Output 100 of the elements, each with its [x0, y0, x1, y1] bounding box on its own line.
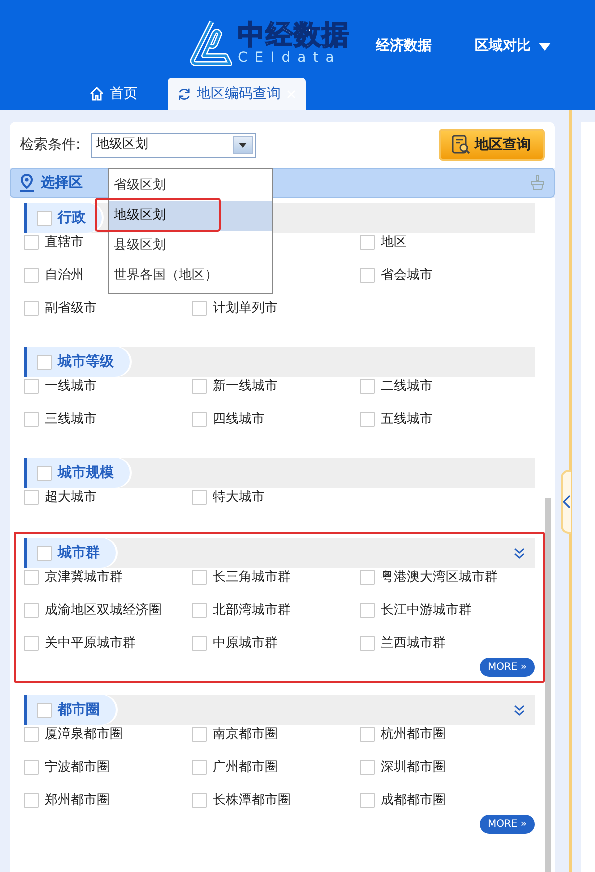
option-label: 一线城市: [45, 378, 97, 396]
broom-icon[interactable]: [530, 174, 546, 191]
checkbox[interactable]: [192, 490, 207, 505]
checkbox[interactable]: [360, 268, 375, 283]
option-label: 直辖市: [45, 234, 84, 252]
checkbox[interactable]: [360, 636, 375, 651]
option-label: 省会城市: [381, 266, 433, 285]
checkbox[interactable]: [360, 760, 375, 775]
checkbox[interactable]: [192, 412, 207, 427]
checkbox[interactable]: [37, 546, 52, 560]
checkbox[interactable]: [360, 603, 375, 618]
option-label: 宁波都市圈: [45, 758, 110, 777]
section-title: 都市圈: [58, 700, 100, 720]
checkbox[interactable]: [24, 727, 39, 742]
option-label: 长三角城市群: [213, 568, 291, 587]
checkbox[interactable]: [24, 793, 39, 808]
option-label: 长株潭都市圈: [213, 792, 291, 810]
checkbox[interactable]: [37, 354, 52, 370]
checkbox[interactable]: [192, 793, 207, 808]
option-label: 五线城市: [381, 410, 433, 429]
dropdown-option[interactable]: 世界各国（地区）: [109, 261, 272, 291]
option-label: 地区: [381, 234, 407, 252]
checkbox[interactable]: [37, 702, 52, 718]
option-label: 副省级市: [45, 300, 97, 318]
checkbox[interactable]: [24, 268, 39, 283]
checkbox[interactable]: [24, 490, 39, 505]
caret-down-icon: [539, 42, 551, 50]
caret-down-icon: [238, 142, 247, 148]
query-button[interactable]: 地区查询: [439, 129, 545, 161]
dropdown-option[interactable]: 地级区划: [109, 201, 272, 231]
expand-icon[interactable]: [514, 548, 525, 558]
checkbox[interactable]: [360, 570, 375, 585]
option-label: 成渝地区双城经济圈: [45, 602, 162, 620]
logo-title: 中经数据: [238, 22, 350, 48]
option-label: 关中平原城市群: [45, 634, 136, 653]
more-button[interactable]: MORE »: [480, 815, 535, 834]
option-label: 京津冀城市群: [45, 568, 123, 587]
chevron-left-icon: [563, 495, 571, 509]
section-title: 行政: [58, 208, 86, 228]
nav-link[interactable]: 经济数据: [376, 36, 432, 57]
option-label: 北部湾城市群: [213, 602, 291, 620]
checkbox[interactable]: [37, 210, 52, 226]
option-label: 计划单列市: [213, 300, 278, 318]
checkbox[interactable]: [360, 412, 375, 427]
checkbox[interactable]: [360, 379, 375, 394]
option-label: 广州都市圈: [213, 758, 278, 777]
checkbox[interactable]: [192, 301, 207, 316]
checkbox[interactable]: [24, 760, 39, 775]
expand-icon[interactable]: [514, 704, 525, 716]
checkbox[interactable]: [192, 379, 207, 394]
checkbox[interactable]: [360, 727, 375, 742]
document-search-icon: [451, 135, 471, 155]
condition-select[interactable]: 地级区划: [90, 132, 256, 158]
nav-link[interactable]: 区域对比: [475, 36, 551, 57]
tab[interactable]: 地区编码查询: [168, 78, 306, 110]
collapse-handle[interactable]: [561, 470, 571, 534]
checkbox[interactable]: [37, 466, 52, 480]
refresh-icon: [178, 88, 191, 100]
more-button[interactable]: MORE »: [480, 658, 535, 677]
option-label: 特大城市: [213, 488, 265, 507]
checkbox[interactable]: [360, 235, 375, 250]
checkbox[interactable]: [360, 793, 375, 808]
option-label: 自治州: [45, 266, 84, 285]
option-label: 三线城市: [45, 410, 97, 429]
checkbox[interactable]: [24, 570, 39, 585]
option-label: 郑州都市圈: [45, 792, 110, 810]
checkbox[interactable]: [192, 760, 207, 775]
option-label: 南京都市圈: [213, 726, 278, 744]
option-label: 厦漳泉都市圈: [45, 726, 123, 744]
checkbox[interactable]: [24, 603, 39, 618]
section-title: 城市等级: [58, 352, 114, 372]
option-label: 二线城市: [381, 378, 433, 396]
checkbox[interactable]: [24, 235, 39, 250]
location-pin-icon: [19, 174, 35, 192]
checkbox[interactable]: [192, 603, 207, 618]
checkbox[interactable]: [192, 727, 207, 742]
logo-subtitle: CEIdata: [238, 50, 342, 64]
dropdown-option[interactable]: 省级区划: [109, 171, 272, 201]
option-label: 杭州都市圈: [381, 726, 446, 744]
checkbox[interactable]: [24, 301, 39, 316]
option-label: 长江中游城市群: [381, 602, 472, 620]
search-label: 检索条件:: [20, 136, 81, 154]
dropdown-option[interactable]: 县级区划: [109, 231, 272, 261]
checkbox[interactable]: [24, 636, 39, 651]
tab[interactable]: 首页: [80, 78, 148, 110]
checkbox[interactable]: [192, 570, 207, 585]
section-title: 城市群: [58, 544, 100, 562]
scrollbar[interactable]: [545, 498, 551, 872]
section-title: 城市规模: [58, 464, 114, 482]
logo-icon: [190, 20, 234, 66]
region-bar-title: 选择区: [41, 174, 83, 192]
checkbox[interactable]: [24, 379, 39, 394]
option-label: 兰西城市群: [381, 634, 446, 653]
option-label: 中原城市群: [213, 634, 278, 653]
option-label: 粤港澳大湾区城市群: [381, 568, 498, 587]
option-label: 四线城市: [213, 410, 265, 429]
home-icon: [90, 87, 104, 101]
option-label: 深圳都市圈: [381, 758, 446, 777]
checkbox[interactable]: [24, 412, 39, 427]
checkbox[interactable]: [192, 636, 207, 651]
